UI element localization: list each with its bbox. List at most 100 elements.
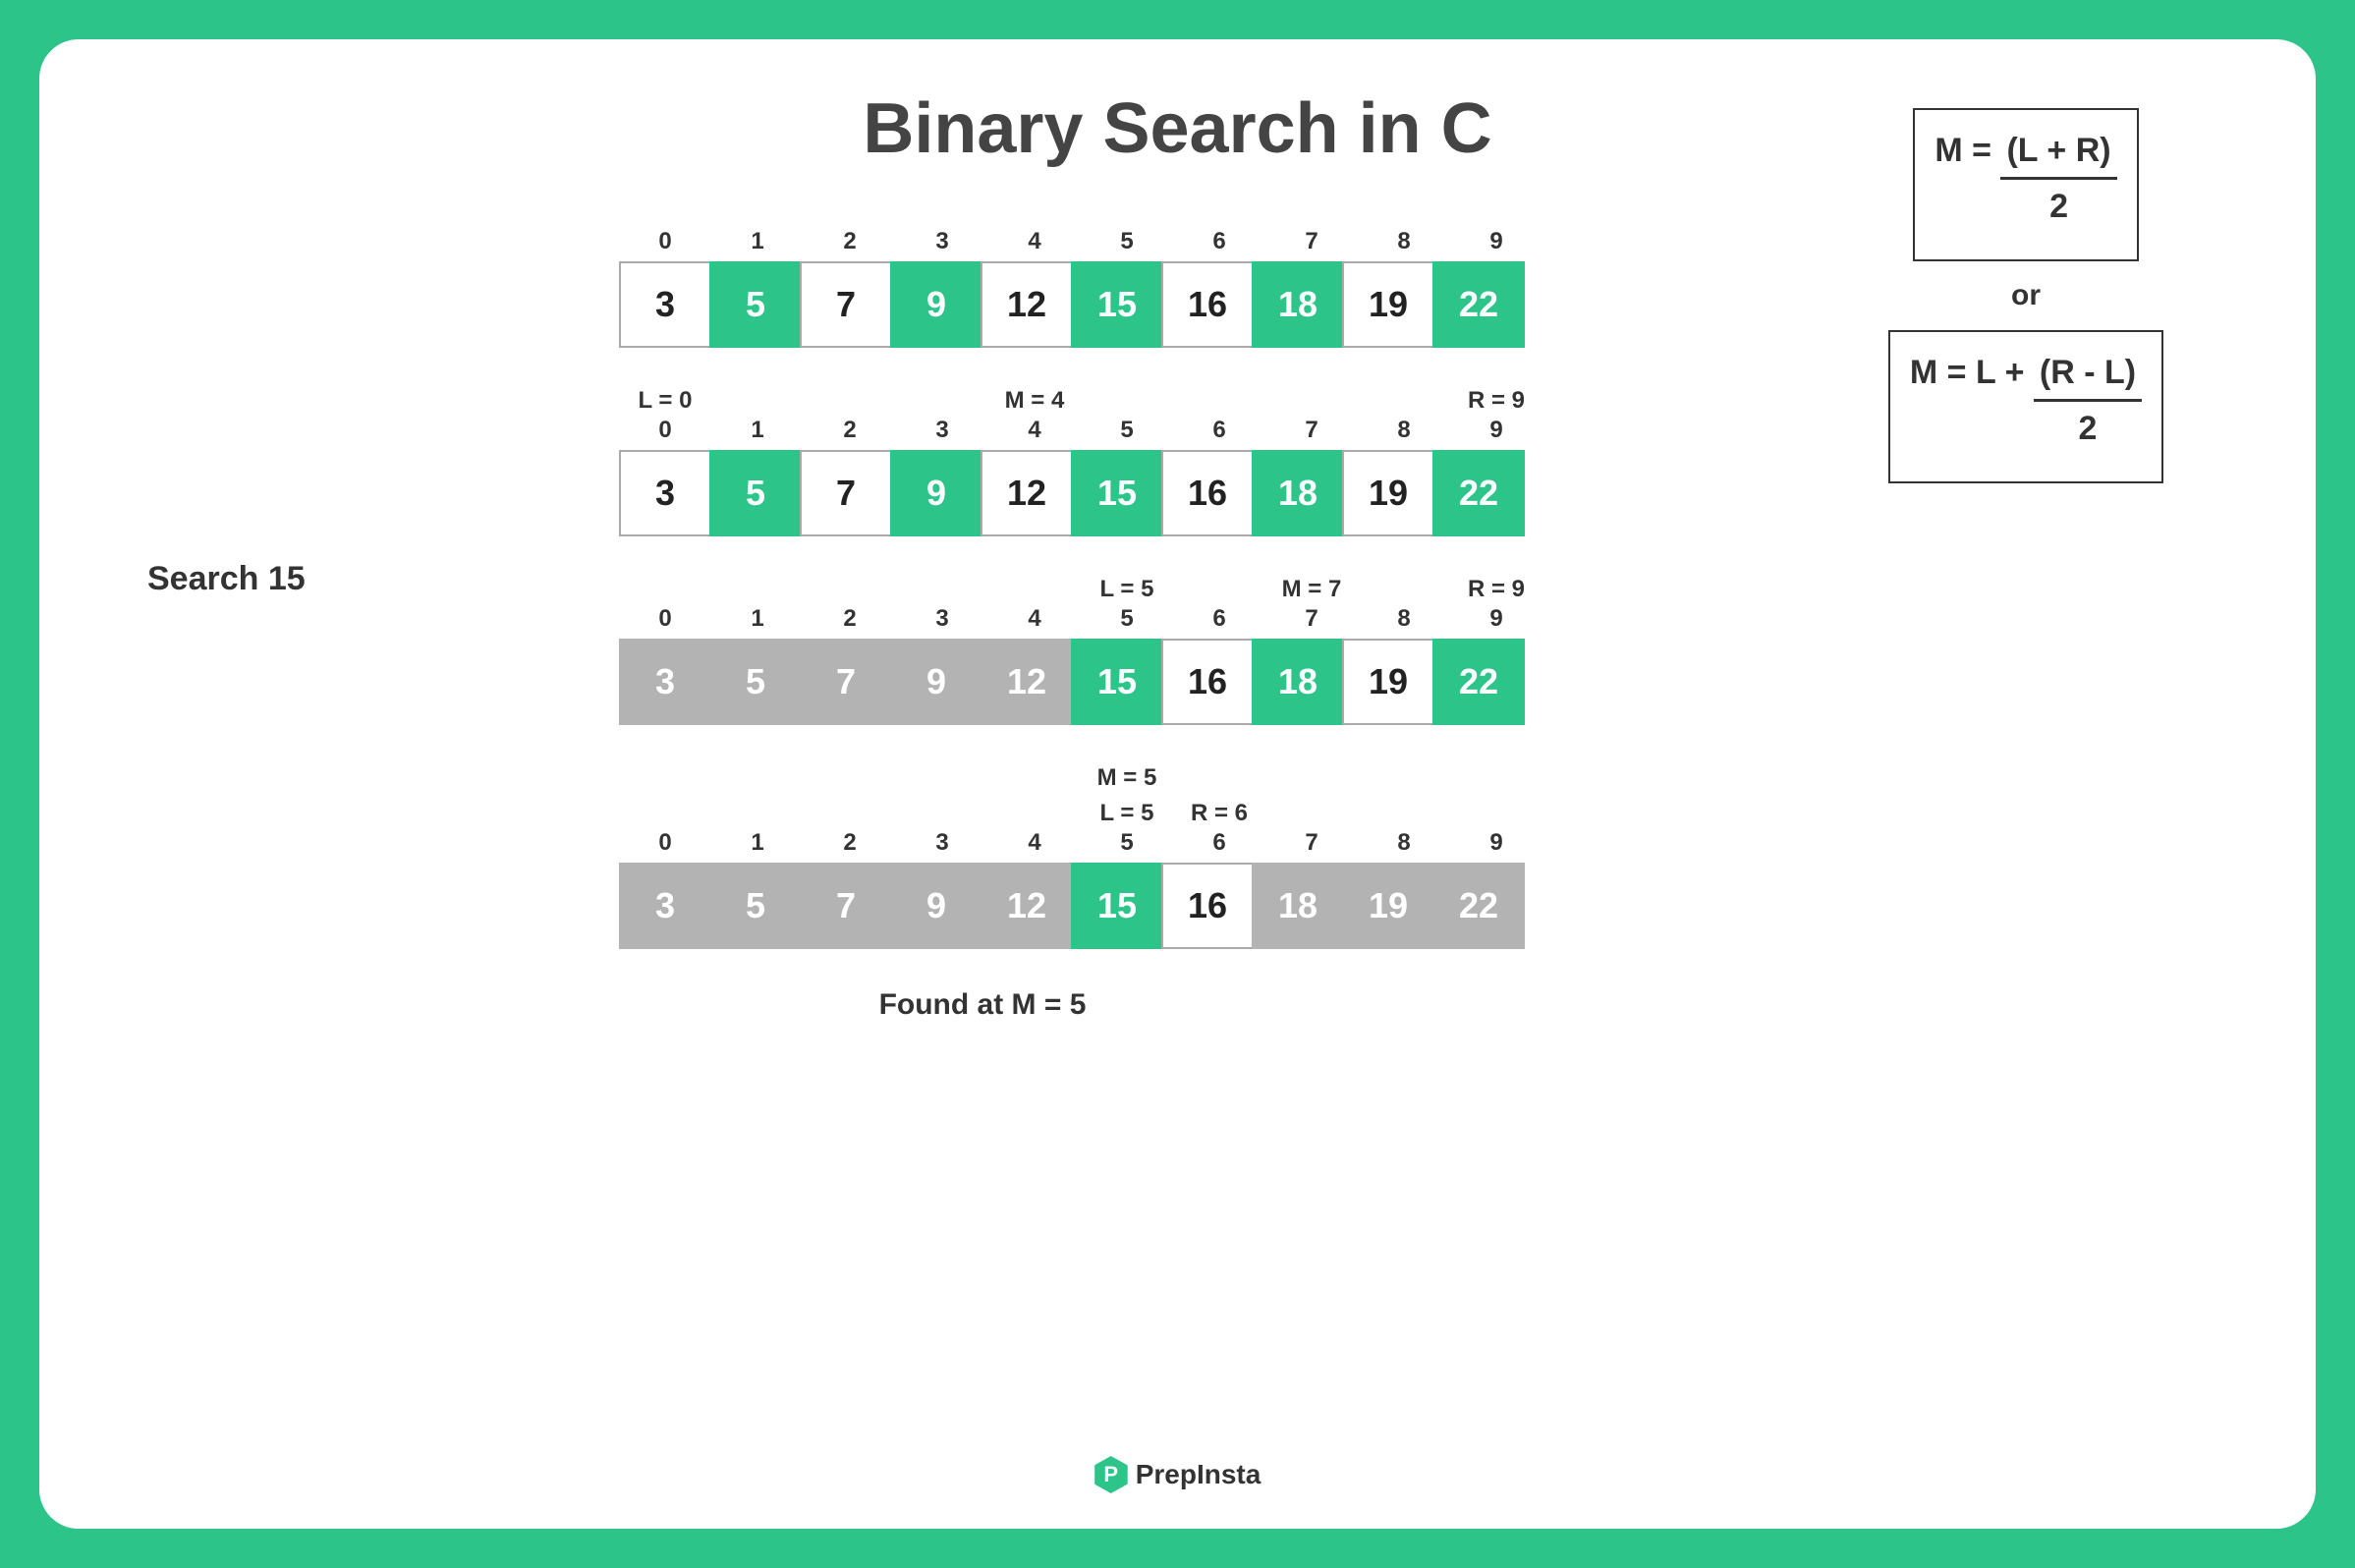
- pointer-label: [1358, 576, 1450, 603]
- array-steps: 01234567893579121516181922L = 0M = 4R = …: [619, 228, 1601, 1022]
- array-cell: 15: [1071, 863, 1163, 949]
- array-index: 1: [711, 228, 804, 255]
- array-index: 2: [804, 829, 896, 857]
- hexagon-icon: P: [1094, 1456, 1128, 1493]
- array-index: 6: [1173, 417, 1265, 444]
- pointer-label: [619, 764, 711, 792]
- array-index: 8: [1358, 829, 1450, 857]
- formula-2: M = L + (R - L)2: [1888, 330, 2163, 483]
- array-cell: 18: [1252, 450, 1344, 536]
- array-cell: 3: [619, 863, 711, 949]
- array-cell: 7: [800, 863, 892, 949]
- formula-2-numerator: (R - L): [2034, 350, 2142, 402]
- pointer-label: [988, 764, 1081, 792]
- array-index: 5: [1081, 605, 1173, 633]
- array-cell: 19: [1342, 863, 1434, 949]
- array-index: 2: [804, 417, 896, 444]
- array-index: 1: [711, 605, 804, 633]
- pointer-label: [619, 800, 711, 827]
- array-cell: 16: [1161, 863, 1254, 949]
- pointer-label: L = 5: [1081, 800, 1173, 827]
- pointer-label: [1265, 387, 1358, 415]
- array-index: 8: [1358, 228, 1450, 255]
- array-cell: 18: [1252, 261, 1344, 348]
- array-index: 0: [619, 829, 711, 857]
- array-index: 1: [711, 417, 804, 444]
- array-cell: 12: [981, 261, 1073, 348]
- array-step: L = 0M = 4R = 90123456789357912151618192…: [619, 387, 1601, 536]
- pointer-label: [1450, 800, 1542, 827]
- array-cell: 7: [800, 261, 892, 348]
- brand-name: PrepInsta: [1136, 1459, 1262, 1490]
- array-index: 9: [1450, 228, 1542, 255]
- array-cell: 22: [1432, 863, 1525, 949]
- pointer-label: M = 7: [1265, 576, 1358, 603]
- pointer-label: M = 5: [1081, 764, 1173, 792]
- array-index: 1: [711, 829, 804, 857]
- pointer-label: L = 5: [1081, 576, 1173, 603]
- formula-1: M = (L + R)2: [1913, 108, 2138, 261]
- pointer-label: [1265, 764, 1358, 792]
- pointer-label: [711, 800, 804, 827]
- array-cell: 3: [619, 261, 711, 348]
- pointer-label: [804, 800, 896, 827]
- array-index: 3: [896, 605, 988, 633]
- array-index: 6: [1173, 605, 1265, 633]
- pointer-label: [896, 800, 988, 827]
- array-cell: 9: [890, 863, 982, 949]
- array-cell: 12: [981, 450, 1073, 536]
- pointer-label: [804, 387, 896, 415]
- array-index: 0: [619, 228, 711, 255]
- pointer-label: [1450, 764, 1542, 792]
- array-cell: 9: [890, 261, 982, 348]
- array-cell: 5: [709, 639, 802, 725]
- array-cell: 15: [1071, 639, 1163, 725]
- array-index: 6: [1173, 228, 1265, 255]
- array-index: 3: [896, 829, 988, 857]
- array-index: 5: [1081, 417, 1173, 444]
- array-cell: 5: [709, 450, 802, 536]
- pointer-label: [1358, 800, 1450, 827]
- array-index: 5: [1081, 228, 1173, 255]
- array-index: 2: [804, 605, 896, 633]
- array-index: 7: [1265, 228, 1358, 255]
- array-index: 7: [1265, 605, 1358, 633]
- array-cell: 15: [1071, 450, 1163, 536]
- array-cell: 19: [1342, 450, 1434, 536]
- array-index: 3: [896, 417, 988, 444]
- array-index: 3: [896, 228, 988, 255]
- array-cell: 18: [1252, 639, 1344, 725]
- array-cell: 5: [709, 261, 802, 348]
- pointer-label: [711, 764, 804, 792]
- array-cell: 3: [619, 450, 711, 536]
- pointer-label: [896, 764, 988, 792]
- array-index: 9: [1450, 417, 1542, 444]
- array-index: 2: [804, 228, 896, 255]
- pointer-label: L = 0: [619, 387, 711, 415]
- array-index: 4: [988, 829, 1081, 857]
- array-cell: 19: [1342, 639, 1434, 725]
- array-cell: 7: [800, 450, 892, 536]
- array-index: 9: [1450, 605, 1542, 633]
- array-index: 0: [619, 605, 711, 633]
- pointer-label: [804, 576, 896, 603]
- array-index: 8: [1358, 417, 1450, 444]
- pointer-label: R = 9: [1450, 576, 1542, 603]
- array-cell: 15: [1071, 261, 1163, 348]
- pointer-label: [896, 576, 988, 603]
- array-index: 9: [1450, 829, 1542, 857]
- found-label: Found at M = 5: [364, 988, 1601, 1022]
- array-index: 4: [988, 605, 1081, 633]
- pointer-label: [896, 387, 988, 415]
- formula-1-numerator: (L + R): [2000, 128, 2116, 180]
- array-cell: 22: [1432, 639, 1525, 725]
- formula-panel: M = (L + R)2 or M = L + (R - L)2: [1844, 108, 2208, 483]
- array-cell: 16: [1161, 639, 1254, 725]
- array-step: M = 5L = 5R = 60123456789357912151618192…: [619, 764, 1601, 949]
- pointer-label: [988, 800, 1081, 827]
- formula-1-lhs: M =: [1934, 132, 2000, 169]
- array-index: 5: [1081, 829, 1173, 857]
- array-index: 4: [988, 228, 1081, 255]
- array-cell: 9: [890, 639, 982, 725]
- formula-2-lhs: M = L +: [1910, 354, 2034, 391]
